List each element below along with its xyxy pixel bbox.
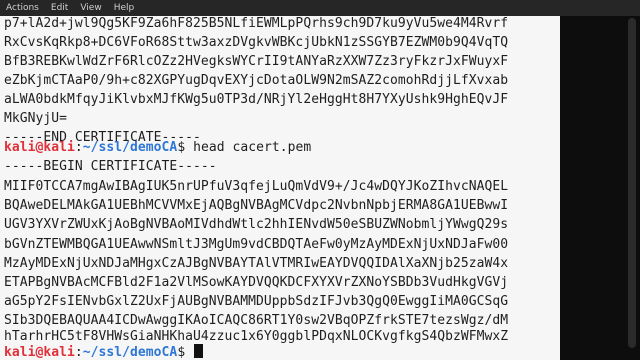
output-line: ETAPBgNVBAcMCFBld2F1a2VlMSowKAYDVQQKDCFX… [4,275,509,290]
output-line: UGV3YXVrZWUxKjAoBgNVBAoMIVdhdWtlc2hhIENv… [4,217,509,232]
prompt-separator: : [74,345,83,360]
output-line: aLWA0bdkMfqyJiKlvbxMJfKWg5u0TP3d/NRjYl2e… [4,92,509,107]
active-prompt-line[interactable]: kali@kali:~/ssl/demoCA$ [4,344,560,360]
text-cursor [194,344,204,358]
scrollbar[interactable] [628,18,636,348]
output-line: hTarhrHC5tF8VHWsGiaNHKhaU4zzuc1x6Y0ggblP… [4,329,509,344]
menu-help[interactable]: Help [108,0,141,16]
prompt-symbol: $ [177,345,194,360]
prompt-separator: : [74,140,83,155]
prompt-user: kali@kali [4,140,75,155]
output-line: bGVnZTEWMBQGA1UEAwwNSmltJ3MgUm9vdCBDQTAe… [4,237,509,252]
prompt-path: ~/ssl/demoCA [82,140,178,155]
prompt-symbol: $ [177,140,194,155]
command-text: head cacert.pem [193,140,312,155]
output-line: MkGNyjU= [4,111,68,126]
menu-view[interactable]: View [74,0,107,16]
output-line: eZbKjmCTAaP0/9h+c82XGPYugDqvEXYjcDotaOLW… [4,73,509,88]
output-line: p7+lA2d+jwl9Qg5KF9Za6hF825B5NLfiEWMLpPQr… [4,16,509,31]
prompt-path: ~/ssl/demoCA [82,345,178,360]
output-line: SIb3DQEBAQUAA4ICDwAwggIKAoICAQC86RT1Y0sw… [4,313,509,328]
output-line: BQAweDELMAkGA1UEBhMCVVMxEjAQBgNVBAgMCVdp… [4,198,509,213]
menu-edit[interactable]: Edit [45,0,74,16]
output-line: aG5pY2FsIENvbGxlZ2UxFjAUBgNVBAMMDUppbSdz… [4,294,509,309]
output-line: MIIF0TCCA7mgAwIBAgIUK5nrUPfuV3qfejLuQmVd… [4,179,509,194]
prompt-user: kali@kali [4,345,75,360]
menu-actions[interactable]: Actions [0,0,45,16]
output-line: MzAyMDExNjUxNDJaMHgxCzAJBgNVBAYTAlVTMRIw… [4,256,509,271]
command-line: kali@kali:~/ssl/demoCA$ head cacert.pem [4,140,560,156]
output-line: -----BEGIN CERTIFICATE----- [4,159,217,174]
output-line: BfB3REBKwlWdZrF6RlcOZz2HVegksWYCrII9tANY… [4,54,509,69]
output-line: RxCvsKqRkp8+DC6VFoR68Sttw3axzDVgkvWBKcjU… [4,35,509,50]
terminal-menubar: Actions Edit View Help [0,0,640,16]
terminal-output[interactable]: p7+lA2d+jwl9Qg5KF9Za6hF825B5NLfiEWMLpPQr… [0,16,560,360]
